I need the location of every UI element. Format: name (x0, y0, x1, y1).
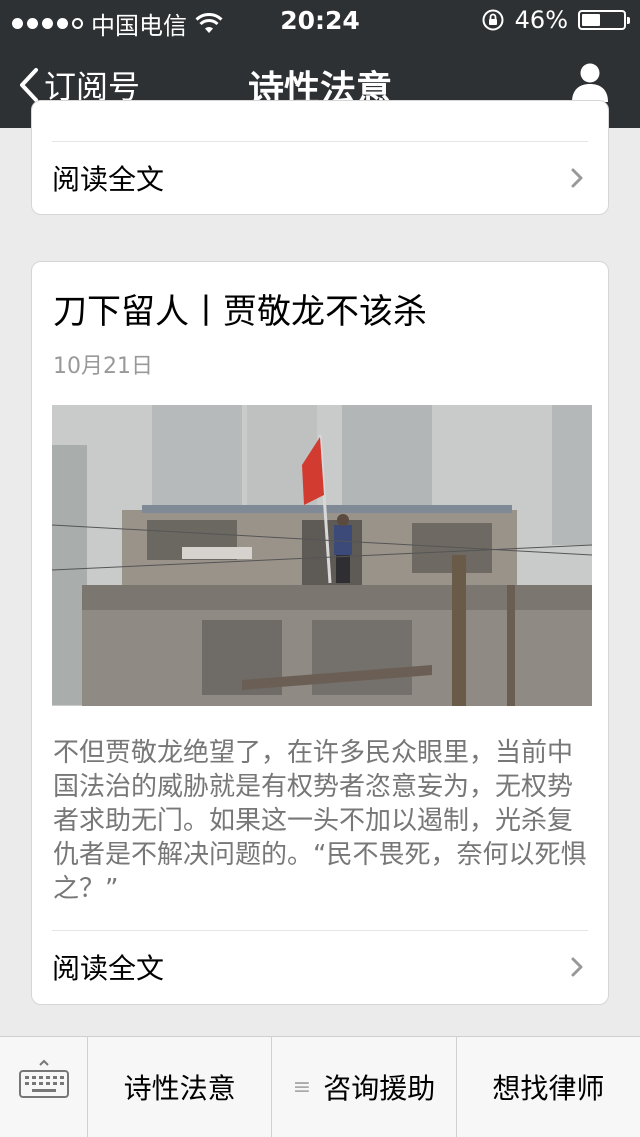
chevron-left-icon (20, 68, 38, 102)
keyboard-toggle-button[interactable] (0, 1037, 88, 1137)
article-date: 10月21日 (53, 354, 153, 379)
article-digest: 不但贾敬龙绝望了，在许多民众眼里，当前中国法治的威胁就是有权势者恣意妄为，无权势… (53, 738, 587, 904)
article-title[interactable]: 刀下留人丨贾敬龙不该杀 (53, 284, 427, 333)
person-icon[interactable] (570, 62, 610, 104)
read-full-article-row[interactable]: 阅读全文 (52, 141, 588, 214)
read-full-article-label: 阅读全文 (52, 952, 165, 985)
chevron-right-icon (571, 957, 583, 977)
status-right: 46% (481, 6, 630, 34)
battery-icon (578, 10, 630, 30)
menu-item-consult-aid[interactable]: ≡ 咨询援助 (272, 1037, 457, 1137)
battery-level (582, 14, 601, 26)
menu-item-label: 咨询援助 (323, 1072, 436, 1105)
menu-item-find-lawyer[interactable]: 想找律师 (457, 1037, 640, 1137)
article-cover-image[interactable] (52, 405, 592, 706)
orientation-lock-icon (482, 9, 504, 31)
chevron-right-icon (571, 168, 583, 188)
submenu-icon: ≡ (292, 1074, 312, 1100)
read-full-article-label: 阅读全文 (52, 163, 165, 196)
battery-percent: 46% (514, 6, 568, 34)
rooftop-flag-photo (52, 405, 592, 706)
menu-item-shixing-fayi[interactable]: 诗性法意 (88, 1037, 273, 1137)
bottom-menu: 诗性法意 ≡ 咨询援助 想找律师 (0, 1036, 640, 1137)
menu-item-label: 想找律师 (492, 1072, 605, 1105)
article-card[interactable]: 刀下留人丨贾敬龙不该杀 10月21日 不但贾敬龙绝望了，在许多民众眼里，当前中国… (31, 261, 609, 1005)
menu-item-label: 诗性法意 (123, 1072, 236, 1105)
keyboard-icon (19, 1059, 69, 1098)
article-card: 阅读全文 (31, 100, 609, 215)
read-full-article-row[interactable]: 阅读全文 (52, 930, 588, 1003)
status-bar: 中国电信 20:24 46% (0, 0, 640, 40)
